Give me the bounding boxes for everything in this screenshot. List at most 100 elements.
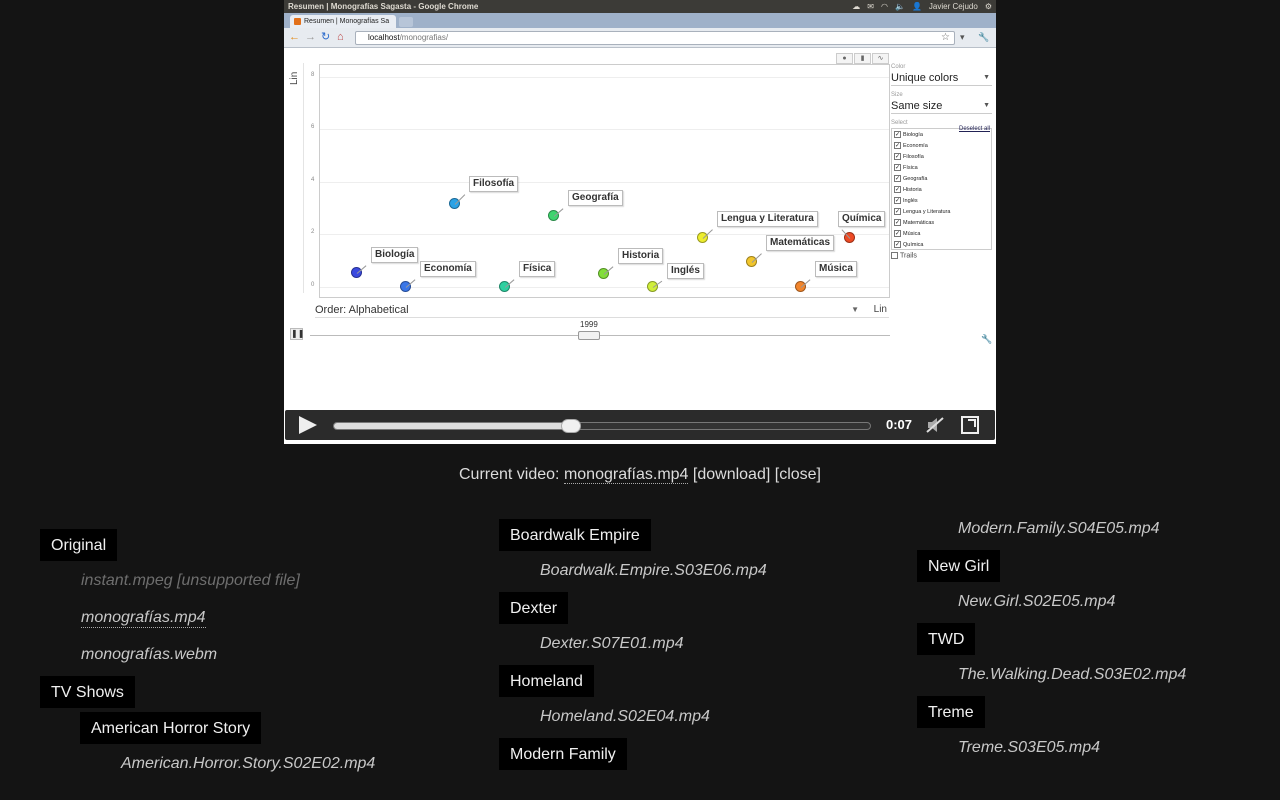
current-time: 0:07: [886, 417, 913, 432]
show-twd[interactable]: TWD: [917, 623, 976, 655]
file-item[interactable]: Dexter.S07E01.mp4: [540, 635, 683, 653]
series-checklist-item: ✓ Química: [894, 240, 989, 251]
wifi-icon: ◠: [880, 2, 888, 11]
series-checklist: ✓ Biología ✓ Economía ✓ Filosofía ✓ Física ✓ Geog…: [891, 128, 992, 250]
checkbox-checked-icon: ✓: [894, 208, 901, 216]
year-label: 1999: [580, 320, 598, 329]
series-checklist-label: Biología: [903, 132, 923, 138]
mute-button[interactable]: [926, 417, 944, 433]
color-select: Unique colors ▼: [891, 70, 992, 86]
trails-label: Trails: [900, 252, 917, 260]
show-treme[interactable]: Treme: [917, 696, 985, 728]
time-slider: ❚❚ 1999: [290, 320, 890, 344]
wrench-icon: 🔧: [978, 32, 990, 42]
checkbox-checked-icon: ✓: [894, 241, 901, 249]
show-modern-family[interactable]: Modern Family: [499, 738, 627, 770]
series-checklist-label: Matemáticas: [903, 220, 935, 226]
deselect-all-link: Deselect all: [958, 126, 990, 132]
file-item: instant.mpeg [unsupported file]: [81, 572, 300, 589]
checkbox-checked-icon: ✓: [894, 164, 901, 172]
show-american-horror-story[interactable]: American Horror Story: [80, 712, 262, 744]
series-checklist-item: ✓ Música: [894, 229, 989, 240]
reload-icon: ↻: [321, 31, 331, 43]
new-tab-icon: [399, 17, 413, 27]
seek-bar-fill: [334, 423, 570, 429]
file-item[interactable]: Boardwalk.Empire.S03E06.mp4: [540, 562, 767, 580]
file-item[interactable]: New.Girl.S02E05.mp4: [958, 593, 1115, 611]
series-checklist-item: ✓ Matemáticas: [894, 218, 989, 229]
tab-title: Resumen | Monografías Sa: [304, 18, 390, 25]
browser-tab: Resumen | Monografías Sa: [290, 15, 396, 28]
series-checklist-label: Filosofía: [903, 154, 924, 160]
time-slider-knob: [578, 331, 600, 340]
size-select: Same size ▼: [891, 98, 992, 114]
pause-icon: ❚❚: [290, 328, 305, 340]
video-controls[interactable]: 0:07: [285, 410, 995, 440]
forward-icon: →: [305, 31, 316, 43]
video-player[interactable]: Resumen | Monografías Sagasta - Google C…: [284, 0, 996, 444]
file-item[interactable]: monografías.mp4: [81, 609, 206, 628]
x-scale-label: Lin: [873, 304, 887, 315]
user-name: Javier Cejudo: [928, 2, 978, 11]
gridline: [320, 76, 889, 78]
motion-chart: Lin ● ▮ ∿ Biología Economía Filosofía Físic…: [284, 48, 996, 410]
chart-settings-panel: Color Unique colors ▼ Size Same size ▼ Sel…: [891, 62, 992, 292]
close-link[interactable]: [close]: [775, 466, 821, 483]
order-selector: Order: Alphabetical ▼ Lin: [315, 302, 889, 318]
y-tick-label: 2: [311, 229, 315, 236]
file-item[interactable]: monografías.webm: [81, 646, 217, 664]
plot-area: Biología Economía Filosofía Física Geografía…: [319, 64, 890, 298]
y-tick-label: 0: [311, 282, 315, 288]
file-item[interactable]: Modern.Family.S04E05.mp4: [958, 520, 1160, 538]
download-link[interactable]: [download]: [693, 466, 770, 483]
bubble-label: Inglés: [667, 263, 704, 279]
file-item[interactable]: American.Horror.Story.S02E02.mp4: [121, 755, 375, 773]
series-checklist-item: ✓ Lengua y Literatura: [894, 207, 989, 218]
bubble-label: Matemáticas: [766, 235, 835, 251]
seek-bar-thumb[interactable]: [560, 419, 581, 433]
settings-wrench-icon: 🔧: [981, 334, 993, 344]
current-video-prefix: Current video:: [458, 466, 560, 483]
category-original[interactable]: Original: [40, 529, 118, 561]
page-menu-icon: ▾: [960, 32, 965, 42]
trails-checkbox: Trails: [891, 252, 992, 259]
home-icon: ⌂: [337, 31, 344, 43]
back-icon: ←: [289, 31, 300, 43]
file-item[interactable]: Homeland.S02E04.mp4: [540, 708, 710, 726]
mail-icon: ✉: [867, 2, 874, 11]
series-checklist-label: Inglés: [903, 198, 918, 204]
show-dexter[interactable]: Dexter: [499, 592, 569, 624]
bar-chart-icon: ▮: [854, 53, 871, 64]
chevron-down-icon: ▼: [983, 74, 990, 81]
file-item[interactable]: The.Walking.Dead.S03E02.mp4: [958, 666, 1186, 684]
current-video-link[interactable]: monografías.mp4: [563, 466, 689, 484]
checkbox-checked-icon: ✓: [894, 186, 901, 194]
bubble-label: Historia: [618, 247, 664, 264]
bubble-label: Física: [519, 261, 556, 277]
bubble-label: Geografía: [568, 189, 623, 206]
play-button[interactable]: [299, 416, 317, 434]
y-tick-label: 6: [311, 124, 315, 131]
bubble-label: Biología: [371, 246, 419, 263]
checkbox-checked-icon: ✓: [894, 131, 901, 139]
show-boardwalk-empire[interactable]: Boardwalk Empire: [499, 519, 651, 551]
checkbox-icon: [891, 252, 898, 259]
checkbox-checked-icon: ✓: [894, 230, 901, 238]
checkbox-checked-icon: ✓: [894, 197, 901, 205]
y-tick-label: 4: [311, 176, 315, 183]
bubble-label: Filosofía: [469, 176, 519, 193]
url-host: localhost: [368, 33, 400, 42]
file-item[interactable]: Treme.S03E05.mp4: [958, 739, 1100, 757]
series-checklist-item: ✓ Historia: [894, 185, 989, 196]
fullscreen-button[interactable]: [961, 416, 979, 434]
browser-title-bar: Resumen | Monografías Sagasta - Google C…: [284, 0, 996, 13]
system-tray: ☁ ✉ ◠ 🔈 👤 Javier Cejudo ⚙: [852, 0, 992, 13]
gridline: [320, 129, 889, 131]
seek-bar[interactable]: [333, 419, 871, 433]
category-tv-shows[interactable]: TV Shows: [40, 676, 135, 708]
bubble-label: Economía: [420, 261, 476, 277]
address-bar: localhost/monografias/ ☆: [355, 31, 955, 45]
show-homeland[interactable]: Homeland: [499, 665, 594, 697]
bubble-label: Química: [838, 211, 886, 228]
show-new-girl[interactable]: New Girl: [917, 550, 1001, 582]
